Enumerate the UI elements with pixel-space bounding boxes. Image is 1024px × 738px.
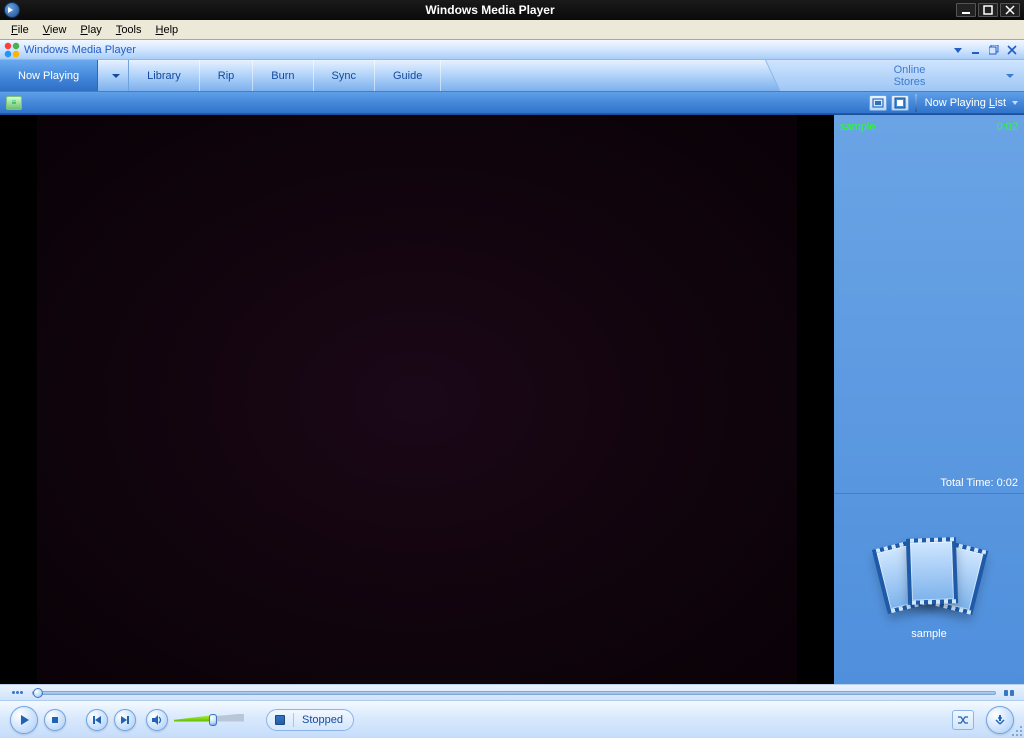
tab-burn[interactable]: Burn: [253, 60, 313, 91]
volume-slider[interactable]: [174, 716, 244, 724]
menu-file[interactable]: File: [4, 22, 36, 38]
resize-grip-icon[interactable]: [1010, 724, 1022, 736]
tab-sync[interactable]: Sync: [314, 60, 375, 91]
tab-guide[interactable]: Guide: [375, 60, 441, 91]
seek-bar-row: [0, 684, 1024, 700]
tab-now-playing[interactable]: Now Playing: [0, 60, 98, 91]
tab-now-playing-dropdown[interactable]: [98, 60, 129, 91]
content-area: sample 0:02 Total Time: 0:02 sample: [0, 114, 1024, 684]
app-header-title: Windows Media Player: [24, 44, 136, 56]
art-caption: sample: [911, 628, 946, 640]
tab-online-stores[interactable]: Online Stores: [794, 60, 1024, 91]
tab-label: Library: [147, 70, 181, 82]
header-minimize-button[interactable]: [968, 43, 984, 57]
playback-status: Stopped: [302, 714, 343, 726]
maximize-video-icon[interactable]: [891, 95, 909, 111]
sidebar: sample 0:02 Total Time: 0:02 sample: [834, 115, 1024, 684]
menu-view[interactable]: View: [36, 22, 74, 38]
status-pill: Stopped: [266, 709, 354, 731]
menubar: File View Play Tools Help: [0, 20, 1024, 40]
tab-library[interactable]: Library: [129, 60, 200, 91]
stop-button[interactable]: [44, 709, 66, 731]
tab-label: Guide: [393, 70, 422, 82]
album-art-pane: sample: [834, 494, 1024, 684]
menu-help[interactable]: Help: [149, 22, 186, 38]
play-button[interactable]: [10, 706, 38, 734]
app-header: Windows Media Player: [0, 40, 1024, 60]
online-stores-line2: Stores: [894, 76, 926, 88]
status-stop-icon: [275, 715, 285, 725]
main-tabs: Now Playing Library Rip Burn Sync Guide …: [0, 60, 1024, 92]
seek-slider[interactable]: [32, 691, 996, 695]
online-stores-line1: Online: [894, 64, 926, 76]
menu-play[interactable]: Play: [73, 22, 108, 38]
video-canvas: [37, 115, 797, 684]
volume-control: [146, 709, 244, 731]
playlist-row-title: sample: [840, 121, 875, 133]
media-art-icon: [879, 538, 979, 618]
playlist-dropdown-caret-icon[interactable]: [1012, 101, 1018, 105]
video-pane[interactable]: [0, 115, 834, 684]
shuffle-button[interactable]: [952, 710, 974, 730]
header-close-button[interactable]: [1004, 43, 1020, 57]
tab-label: Rip: [218, 70, 235, 82]
menu-tools[interactable]: Tools: [109, 22, 149, 38]
window-minimize-button[interactable]: [956, 3, 976, 17]
tab-label: Now Playing: [18, 70, 79, 82]
header-restore-button[interactable]: [986, 43, 1002, 57]
volume-thumb-icon[interactable]: [209, 714, 217, 726]
wmp-logo-icon: [4, 42, 20, 58]
seek-thumb-icon[interactable]: [33, 688, 43, 698]
transport-bar: Stopped: [0, 700, 1024, 738]
app-shell: Windows Media Player Now Playing Library…: [0, 40, 1024, 738]
video-size-icon[interactable]: [869, 95, 887, 111]
window-maximize-button[interactable]: [978, 3, 998, 17]
window-title: Windows Media Player: [24, 3, 956, 17]
playlist[interactable]: sample 0:02 Total Time: 0:02: [834, 115, 1024, 494]
rewind-chapter-icon[interactable]: [10, 688, 24, 698]
skip-chapter-icon[interactable]: [1004, 690, 1014, 696]
playlist-row[interactable]: sample 0:02: [840, 119, 1018, 135]
tab-rip[interactable]: Rip: [200, 60, 254, 91]
tab-label: Burn: [271, 70, 294, 82]
window-close-button[interactable]: [1000, 3, 1020, 17]
sub-toolbar: ≡ Now Playing List: [0, 92, 1024, 114]
playlist-row-duration: 0:02: [997, 121, 1018, 133]
previous-button[interactable]: [86, 709, 108, 731]
next-button[interactable]: [114, 709, 136, 731]
playlist-total: Total Time: 0:02: [840, 477, 1018, 489]
outer-window-titlebar: Windows Media Player: [0, 0, 1024, 20]
playlist-title-label[interactable]: Now Playing List: [925, 97, 1006, 109]
app-icon: [4, 2, 20, 18]
visualization-select-icon[interactable]: ≡: [6, 96, 22, 110]
mute-button[interactable]: [146, 709, 168, 731]
tab-label: Sync: [332, 70, 356, 82]
header-menu-dropdown[interactable]: [950, 43, 966, 57]
